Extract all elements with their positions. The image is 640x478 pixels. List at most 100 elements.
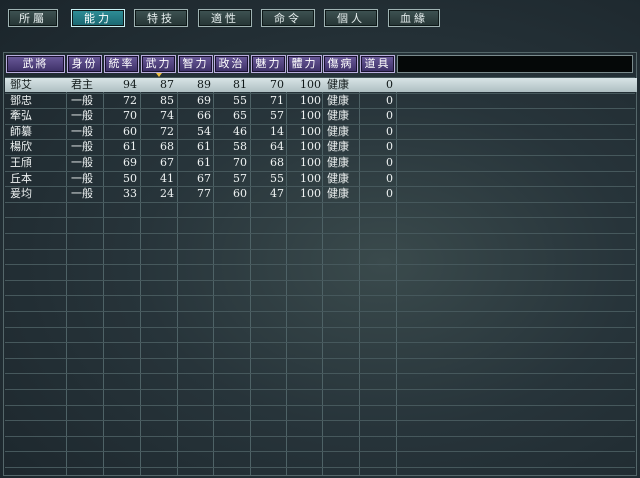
cell-items: 0 [386,172,393,185]
cell-stamina: 100 [300,78,321,91]
cell-rank: 一般 [71,140,93,153]
cell-rank: 一般 [71,172,93,185]
cell-politics: 70 [233,156,247,169]
cell-charisma: 71 [270,94,284,107]
cell-leadership: 50 [123,172,137,185]
cell-war: 87 [160,78,174,91]
cell-injury: 健康 [327,109,349,122]
cell-intelligence: 67 [197,172,211,185]
header-war[interactable]: 武力 [141,55,176,77]
row-divider [5,264,635,265]
cell-intelligence: 69 [197,94,211,107]
row-divider [5,467,635,468]
cell-injury: 健康 [327,187,349,200]
row-divider [5,342,635,343]
cell-items: 0 [386,109,393,122]
cell-charisma: 57 [270,109,284,122]
header-politics[interactable]: 政治 [214,55,249,73]
cell-injury: 健康 [327,140,349,153]
cell-stamina: 100 [300,125,321,138]
cell-injury: 健康 [327,94,349,107]
tab-personal[interactable]: 個人 [324,9,378,27]
cell-politics: 58 [233,140,247,153]
header-rank[interactable]: 身份 [67,55,102,73]
cell-charisma: 68 [270,156,284,169]
cell-charisma: 47 [270,187,284,200]
cell-rank: 一般 [71,125,93,138]
cell-name: 牽弘 [10,109,32,122]
table-row[interactable]: 牽弘 一般 70 74 66 65 57 100 健康 0 [5,109,637,123]
header-charisma[interactable]: 魅力 [251,55,286,73]
header-injury[interactable]: 傷病 [323,55,358,73]
row-divider [5,389,635,390]
cell-items: 0 [386,187,393,200]
row-divider [5,249,635,250]
table-row[interactable]: 王頎 一般 69 67 61 70 68 100 健康 0 [5,156,637,170]
cell-leadership: 60 [123,125,137,138]
cell-items: 0 [386,140,393,153]
row-divider [5,373,635,374]
header-officer[interactable]: 武將 [6,55,65,73]
cell-name: 丘本 [10,172,32,185]
cell-injury: 健康 [327,156,349,169]
cell-leadership: 70 [123,109,137,122]
row-divider [5,358,635,359]
table-row[interactable]: 師纂 一般 60 72 54 46 14 100 健康 0 [5,125,637,139]
cell-war: 72 [160,125,174,138]
cell-leadership: 69 [123,156,137,169]
cell-injury: 健康 [327,125,349,138]
row-divider [5,405,635,406]
tab-bar: 所屬 能力 特技 適性 命令 個人 血緣 [0,0,640,36]
cell-name: 王頎 [10,156,32,169]
tab-ability[interactable]: 能力 [71,9,125,27]
cell-war: 41 [160,172,174,185]
table-row[interactable]: 爰均 一般 33 24 77 60 47 100 健康 0 [5,187,637,201]
cell-leadership: 33 [123,187,137,200]
cell-items: 0 [386,156,393,169]
cell-rank: 一般 [71,109,93,122]
cell-stamina: 100 [300,187,321,200]
cell-charisma: 64 [270,140,284,153]
header-blank [397,55,633,73]
tab-special-skills[interactable]: 特技 [134,9,188,27]
header-items[interactable]: 道具 [360,55,395,73]
cell-rank: 一般 [71,187,93,200]
table-row[interactable]: 楊欣 一般 61 68 61 58 64 100 健康 0 [5,140,637,154]
cell-politics: 57 [233,172,247,185]
table-row[interactable]: 鄧艾 君主 94 87 89 81 70 100 健康 0 [5,78,637,92]
row-divider [5,295,635,296]
cell-items: 0 [386,125,393,138]
cell-injury: 健康 [327,78,349,91]
tab-command[interactable]: 命令 [261,9,315,27]
cell-war: 67 [160,156,174,169]
cell-intelligence: 61 [197,140,211,153]
officer-table: 武將 身份 統率 武力 智力 政治 魅力 體力 傷病 道具 鄧艾 君主 94 87 89… [3,52,637,476]
cell-stamina: 100 [300,109,321,122]
cell-charisma: 55 [270,172,284,185]
cell-war: 85 [160,94,174,107]
cell-rank: 一般 [71,156,93,169]
cell-politics: 65 [233,109,247,122]
cell-intelligence: 89 [197,78,211,91]
cell-stamina: 100 [300,140,321,153]
tab-aptitude[interactable]: 適性 [198,9,252,27]
cell-politics: 55 [233,94,247,107]
cell-name: 鄧忠 [10,94,32,107]
cell-name: 鄧艾 [10,78,32,91]
cell-war: 68 [160,140,174,153]
cell-rank: 一般 [71,94,93,107]
cell-name: 師纂 [10,125,32,138]
cell-intelligence: 61 [197,156,211,169]
header-leadership[interactable]: 統率 [104,55,139,73]
cell-stamina: 100 [300,156,321,169]
table-row[interactable]: 鄧忠 一般 72 85 69 55 71 100 健康 0 [5,94,637,108]
cell-war: 74 [160,109,174,122]
tab-bloodline[interactable]: 血緣 [388,9,440,27]
cell-stamina: 100 [300,172,321,185]
cell-name: 爰均 [10,187,32,200]
header-intelligence[interactable]: 智力 [178,55,213,73]
tab-affiliation[interactable]: 所屬 [8,9,58,27]
cell-charisma: 70 [270,78,284,91]
header-stamina[interactable]: 體力 [287,55,322,73]
table-row[interactable]: 丘本 一般 50 41 67 57 55 100 健康 0 [5,172,637,186]
